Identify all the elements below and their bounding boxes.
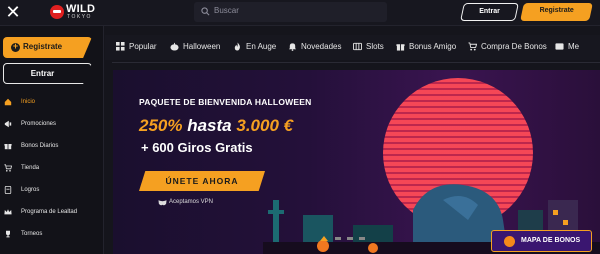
pumpkin-icon bbox=[170, 42, 179, 51]
gift-icon bbox=[4, 143, 12, 150]
megaphone-icon bbox=[4, 120, 12, 128]
sidebar-item-bonos-diarios[interactable]: Bonos Diarios bbox=[0, 136, 103, 158]
banner-percent: 250% bbox=[139, 116, 183, 135]
banner-amount: 3.000 € bbox=[236, 116, 294, 135]
sidebar-item-logros[interactable]: Logros bbox=[0, 180, 103, 202]
sidebar-item-programa-de-lealtad[interactable]: Programa de Lealtad bbox=[0, 202, 103, 224]
sidebar-item-torneos[interactable]: Torneos bbox=[0, 224, 103, 246]
search-icon bbox=[201, 7, 210, 16]
bonus-map-label: MAPA DE BONOS bbox=[521, 237, 581, 244]
tab-label: Halloween bbox=[183, 42, 221, 51]
logo[interactable]: WILD TOKYO bbox=[50, 3, 102, 23]
register-button-label: Registrate bbox=[539, 7, 574, 14]
flame-icon bbox=[234, 42, 240, 51]
bell-icon bbox=[288, 43, 297, 51]
divider bbox=[112, 62, 600, 63]
sidebar: Registrate Entrar Inicio Promociones Bon… bbox=[0, 26, 104, 254]
tab-label: Compra De Bonos bbox=[481, 42, 547, 51]
tab-label: Me bbox=[568, 42, 580, 51]
tab-label: Popular bbox=[129, 42, 157, 51]
sidebar-nav: Inicio Promociones Bonos Diarios Tienda … bbox=[0, 92, 103, 246]
search-input[interactable]: Buscar bbox=[194, 2, 387, 22]
join-now-label: ÚNETE AHORA bbox=[165, 176, 239, 186]
trophy-icon bbox=[6, 230, 10, 238]
tab-label: Slots bbox=[366, 42, 384, 51]
logo-sub: TOKYO bbox=[67, 14, 92, 20]
sidebar-register-button[interactable]: Registrate bbox=[3, 37, 92, 58]
banner-title: PAQUETE DE BIENVENIDA HALLOWEEN bbox=[139, 97, 312, 107]
sidebar-item-label: Logros bbox=[21, 187, 40, 193]
close-icon[interactable]: ✕ bbox=[4, 3, 22, 21]
register-button[interactable]: Registrate bbox=[520, 3, 593, 21]
badge-icon bbox=[4, 186, 12, 194]
banner-headline: 250% hasta 3.000 € bbox=[139, 116, 293, 136]
promo-banner[interactable]: PAQUETE DE BIENVENIDA HALLOWEEN 250% has… bbox=[113, 70, 600, 254]
tab-label: En Auge bbox=[246, 42, 277, 51]
sidebar-item-inicio[interactable]: Inicio bbox=[0, 92, 103, 114]
slots-icon bbox=[353, 42, 362, 51]
gift-icon bbox=[396, 43, 405, 51]
logo-badge-icon bbox=[50, 5, 64, 19]
sidebar-item-label: Inicio bbox=[21, 99, 36, 105]
pumpkin-icon bbox=[504, 236, 515, 247]
sidebar-item-label: Promociones bbox=[21, 121, 57, 127]
sidebar-item-label: Bonos Diarios bbox=[21, 143, 59, 149]
login-button-label: Entrar bbox=[479, 8, 500, 15]
banner-spins: + 600 Giros Gratis bbox=[141, 140, 253, 155]
sidebar-item-label: Programa de Lealtad bbox=[21, 209, 78, 215]
tab-label: Novedades bbox=[301, 42, 342, 51]
tab-label: Bonus Amigo bbox=[409, 42, 457, 51]
crown-icon bbox=[4, 209, 12, 215]
sidebar-login-label: Entrar bbox=[30, 69, 55, 78]
sidebar-login-button[interactable]: Entrar bbox=[3, 63, 92, 84]
login-button[interactable]: Entrar bbox=[460, 3, 519, 21]
sidebar-item-promociones[interactable]: Promociones bbox=[0, 114, 103, 136]
sidebar-register-label: Registrate bbox=[23, 42, 63, 51]
category-bar: Popular Halloween En Auge Novedades Slot… bbox=[105, 35, 600, 60]
more-icon bbox=[555, 43, 564, 50]
cart-icon bbox=[4, 164, 12, 172]
top-bar: ✕ WILD TOKYO Buscar Entrar Registrate bbox=[0, 0, 600, 26]
cart-icon bbox=[468, 42, 477, 51]
mask-icon bbox=[158, 200, 167, 206]
vpn-note: Aceptamos VPN bbox=[169, 199, 214, 205]
sidebar-item-tienda[interactable]: Tienda bbox=[0, 158, 103, 180]
carousel-dots[interactable] bbox=[315, 234, 375, 242]
grid-icon bbox=[116, 42, 125, 51]
sidebar-item-label: Tienda bbox=[21, 165, 40, 171]
join-now-button[interactable]: ÚNETE AHORA bbox=[139, 171, 265, 191]
bonus-map-button[interactable]: MAPA DE BONOS bbox=[491, 230, 592, 252]
banner-hasta: hasta bbox=[187, 116, 232, 135]
search-placeholder: Buscar bbox=[214, 6, 239, 15]
plus-icon bbox=[11, 41, 20, 52]
sidebar-item-label: Torneos bbox=[21, 231, 43, 237]
home-icon bbox=[4, 98, 12, 106]
